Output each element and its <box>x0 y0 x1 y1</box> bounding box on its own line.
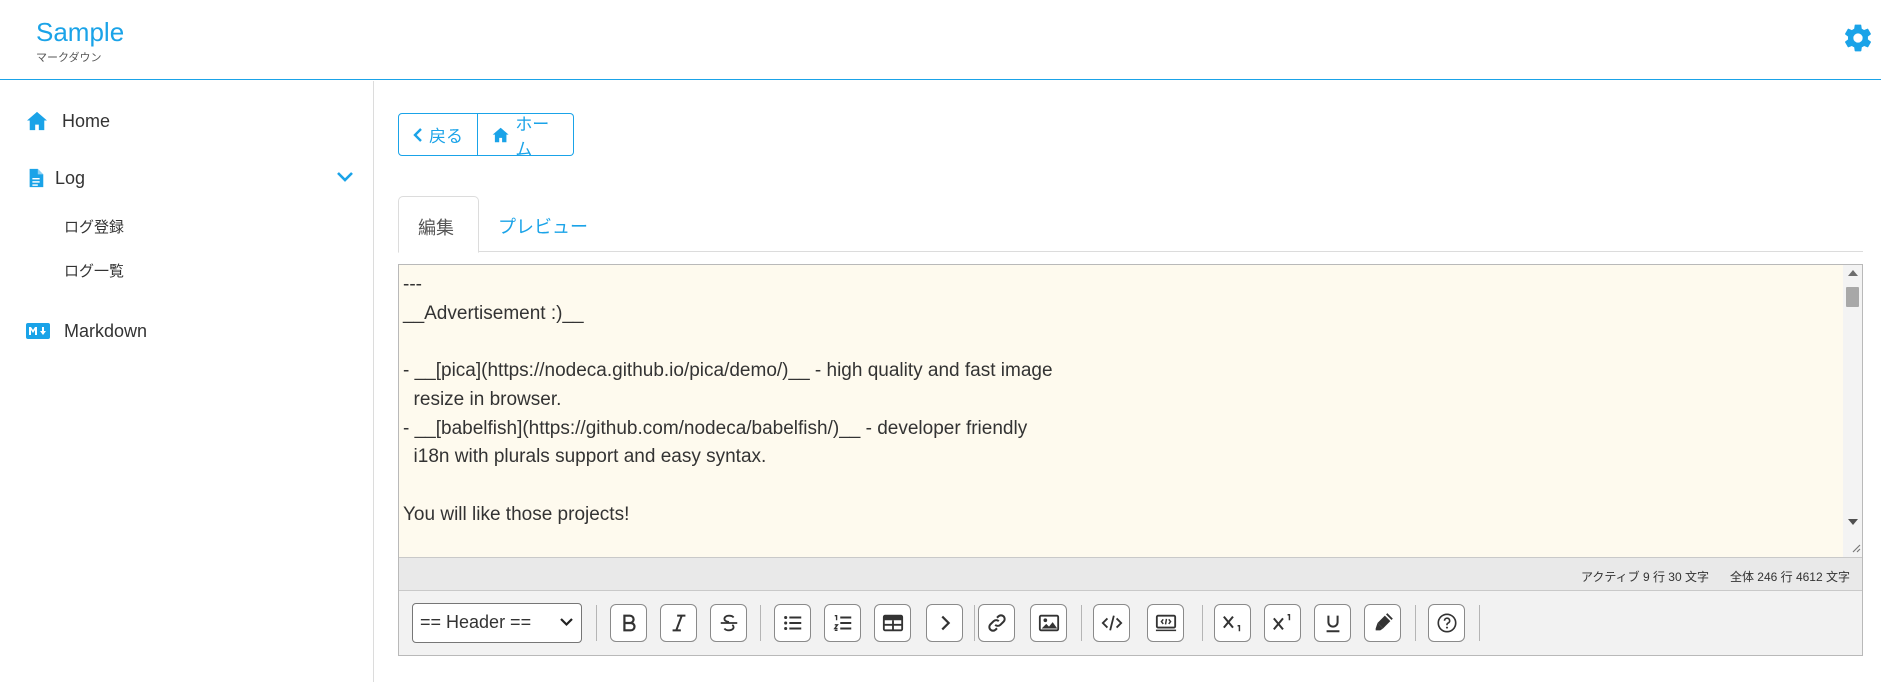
bullet-list-icon <box>783 615 801 631</box>
toolbar-separator <box>1202 605 1203 641</box>
editor-textarea[interactable]: --- __Advertisement :)__ - __[pica](http… <box>399 265 1843 557</box>
code-button[interactable] <box>1093 604 1130 642</box>
code-block-icon <box>1155 614 1176 632</box>
gear-icon[interactable] <box>1842 22 1874 54</box>
table-icon <box>882 614 903 632</box>
image-button[interactable] <box>1030 604 1067 642</box>
brand[interactable]: Sample マークダウン <box>36 17 124 65</box>
toolbar-separator <box>1479 605 1480 641</box>
table-button[interactable] <box>874 604 911 642</box>
app-subtitle: マークダウン <box>36 52 102 64</box>
toolbar-separator <box>760 605 761 641</box>
bold-button[interactable] <box>610 604 647 642</box>
strikethrough-button[interactable] <box>710 604 747 642</box>
link-button[interactable] <box>978 604 1015 642</box>
sidebar: Home Log ログ登録 ログ一覧 Markdown <box>0 81 374 682</box>
sidebar-subitem-log-register[interactable]: ログ登録 <box>64 216 124 237</box>
underline-button[interactable] <box>1314 604 1351 642</box>
header-select-value: == Header == <box>420 612 532 632</box>
underline-icon <box>1326 615 1339 633</box>
bullet-list-button[interactable] <box>774 604 811 642</box>
editor-tabs: 編集 プレビュー <box>398 196 1863 253</box>
sidebar-item-label: Home <box>62 111 111 131</box>
markdown-icon <box>26 323 50 339</box>
help-button[interactable] <box>1428 604 1465 642</box>
header-level-select[interactable]: == Header == <box>412 603 582 643</box>
bold-icon <box>622 614 636 632</box>
status-total-count: 全体 246 行 4612 文字 <box>1729 570 1850 584</box>
sidebar-item-markdown[interactable]: Markdown <box>0 311 374 351</box>
toolbar-separator <box>1081 605 1082 641</box>
home-button-label: ホーム <box>515 114 550 159</box>
highlight-button[interactable] <box>1364 604 1401 642</box>
italic-button[interactable] <box>660 604 697 642</box>
code-icon <box>1101 615 1122 631</box>
toolbar-separator <box>1415 605 1416 641</box>
tab-edit[interactable]: 編集 <box>398 196 479 253</box>
sidebar-item-label: Log <box>55 168 86 188</box>
subscript-button[interactable] <box>1214 604 1251 642</box>
back-button-label: 戻る <box>429 127 463 146</box>
strikethrough-icon <box>720 614 737 632</box>
sidebar-item-label: Markdown <box>64 321 148 341</box>
editor-statusbar: アクティブ 9 行 30 文字 全体 246 行 4612 文字 <box>399 557 1862 591</box>
image-icon <box>1038 614 1059 632</box>
home-icon <box>492 127 509 142</box>
highlighter-icon <box>1375 613 1393 631</box>
numbered-list-button[interactable] <box>824 604 861 642</box>
chevron-down-icon <box>560 618 573 627</box>
scroll-down-arrow[interactable] <box>1848 519 1858 525</box>
sidebar-item-log[interactable]: Log <box>0 158 374 198</box>
sidebar-item-home[interactable]: Home <box>0 101 374 141</box>
numbered-list-icon <box>832 614 851 632</box>
home-icon <box>27 111 47 131</box>
superscript-icon <box>1272 614 1290 631</box>
app-header: Sample マークダウン <box>0 0 1881 80</box>
italic-icon <box>672 614 685 632</box>
link-icon <box>987 614 1006 632</box>
home-button[interactable]: ホーム <box>478 113 574 159</box>
chevron-down-icon[interactable] <box>336 170 354 184</box>
scroll-thumb[interactable] <box>1846 287 1859 307</box>
editor-scrollbar[interactable] <box>1843 265 1862 557</box>
scroll-up-arrow[interactable] <box>1848 270 1858 276</box>
file-icon <box>29 168 44 188</box>
nav-button-group: 戻る ホーム <box>398 113 574 159</box>
resize-handle-icon[interactable] <box>1849 541 1861 555</box>
chevron-left-icon <box>413 127 422 142</box>
toolbar-separator <box>596 605 597 641</box>
tab-preview[interactable]: プレビュー <box>479 196 607 252</box>
sidebar-subitem-log-list[interactable]: ログ一覧 <box>64 260 124 281</box>
blockquote-button[interactable] <box>926 604 963 642</box>
code-block-button[interactable] <box>1147 604 1184 642</box>
help-icon <box>1436 613 1457 633</box>
markdown-editor: --- __Advertisement :)__ - __[pica](http… <box>398 264 1863 656</box>
chevron-right-icon <box>940 615 950 631</box>
back-button[interactable]: 戻る <box>398 113 478 156</box>
superscript-button[interactable] <box>1264 604 1301 642</box>
subscript-icon <box>1222 615 1240 632</box>
app-title: Sample <box>36 17 125 47</box>
editor-toolbar: == Header == <box>399 591 1862 655</box>
status-active-position: アクティブ 9 行 30 文字 <box>1580 570 1709 584</box>
toolbar-separator <box>974 605 975 641</box>
